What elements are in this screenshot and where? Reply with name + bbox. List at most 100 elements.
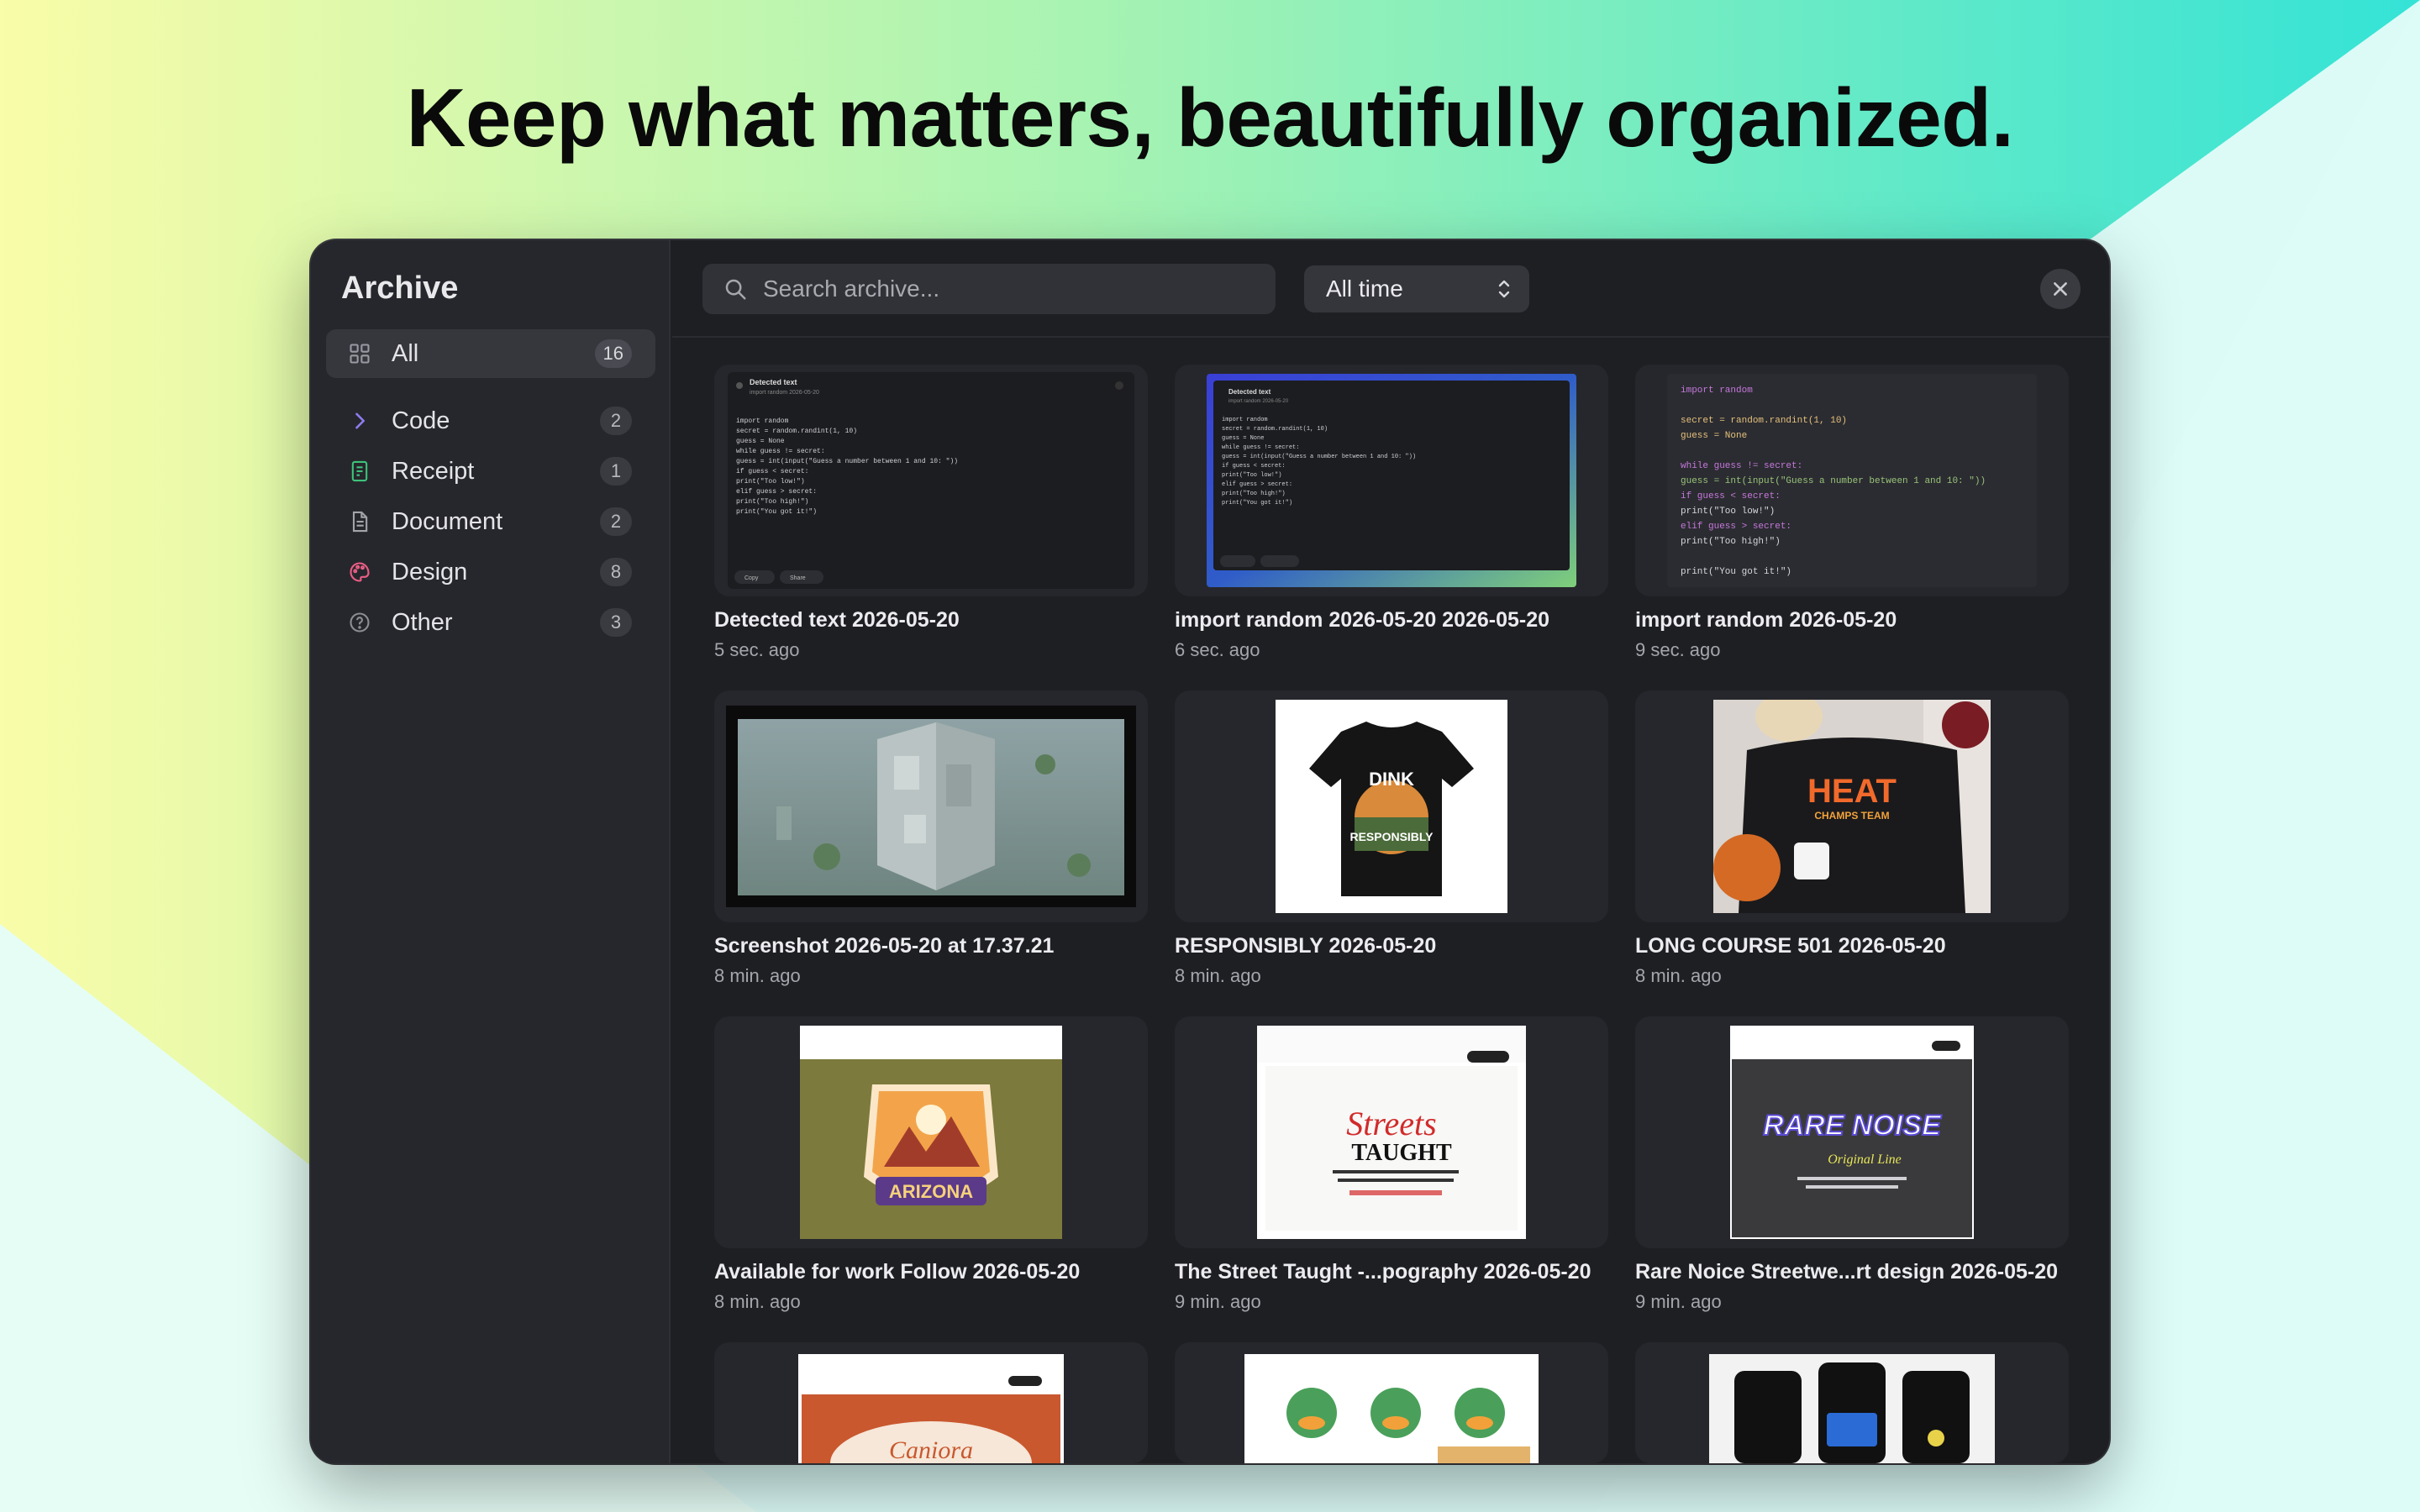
svg-text:Caniora: Caniora [889,1436,973,1463]
svg-text:Share: Share [790,575,806,581]
grid-icon [346,340,373,367]
archive-card[interactable]: Detected text import random 2026-05-20 i… [714,365,1148,661]
svg-text:print("You got it!"): print("You got it!") [1681,567,1791,577]
svg-text:RARE NOISE: RARE NOISE [1763,1110,1942,1142]
card-thumbnail [1175,1342,1608,1463]
svg-text:guess = None: guess = None [1681,431,1747,441]
archive-card[interactable]: Screenshot 2026-05-20 at 17.37.21 8 min.… [714,690,1148,987]
close-icon [2054,282,2067,296]
archive-card[interactable]: import random secret = random.randint(1,… [1635,365,2069,661]
svg-text:print("Too low!"): print("Too low!") [1222,472,1281,479]
search-icon [725,279,746,300]
svg-text:Detected text: Detected text [1228,388,1271,396]
phone-app-preview [1709,1354,1995,1463]
toolbar: All time [672,240,2109,338]
svg-text:secret = random.randint(1, 10): secret = random.randint(1, 10) [736,428,857,435]
sidebar-item-design[interactable]: Design 8 [326,548,655,596]
search-box[interactable] [702,264,1276,314]
svg-text:Copy: Copy [744,575,759,581]
sidebar-item-count: 2 [600,407,632,435]
card-title: Screenshot 2026-05-20 at 17.37.21 [714,934,1055,958]
screenshot-preview [726,706,1136,907]
sidebar-item-count: 2 [600,507,632,536]
archive-card[interactable] [1635,1342,2069,1463]
typography-design-preview: Streets TAUGHT [1257,1026,1526,1239]
svg-text:CHAMPS TEAM: CHAMPS TEAM [1814,810,1889,822]
search-input[interactable] [763,276,1234,302]
svg-text:ARIZONA: ARIZONA [889,1181,973,1202]
svg-text:import random: import random [1222,417,1268,423]
card-thumbnail: HEAT CHAMPS TEAM [1635,690,2069,922]
card-title: The Street Taught -...pography 2026-05-2… [1175,1260,1591,1284]
svg-text:elif guess > secret:: elif guess > secret: [736,488,817,496]
sidebar-item-document[interactable]: Document 2 [326,497,655,546]
svg-text:while guess != secret:: while guess != secret: [736,448,825,455]
sweatshirt-photo-preview: HEAT CHAMPS TEAM [1713,700,1991,913]
svg-text:if guess < secret:: if guess < secret: [1681,491,1781,501]
tshirt-design-preview: DINK RESPONSIBLY [1276,700,1507,913]
sidebar-item-all[interactable]: All 16 [326,329,655,378]
sidebar-item-label: Design [392,558,468,585]
card-thumbnail [1635,1342,2069,1463]
palette-icon [346,559,373,585]
detected-text-preview: Detected text import random 2026-05-20 i… [728,372,1134,589]
archive-card[interactable]: Caniora [714,1342,1148,1463]
archive-card[interactable]: RARE NOISE Original Line Rare Noice Stre… [1635,1016,2069,1313]
archive-card[interactable] [1175,1342,1608,1463]
svg-text:print("Too high!"): print("Too high!") [736,498,808,506]
archive-card[interactable]: DINK RESPONSIBLY RESPONSIBLY 2026-05-20 … [1175,690,1608,987]
card-thumbnail: import random secret = random.randint(1,… [1635,365,2069,596]
close-button[interactable] [2040,269,2081,309]
time-filter-select[interactable]: All time [1304,265,1529,312]
card-timestamp: 9 sec. ago [1635,639,1721,660]
svg-text:secret = random.randint(1, 10): secret = random.randint(1, 10) [1681,416,1847,426]
time-filter-value: All time [1326,276,1403,302]
svg-text:print("Too low!"): print("Too low!") [1681,507,1775,517]
card-title: RESPONSIBLY 2026-05-20 [1175,934,1437,958]
svg-text:if guess < secret:: if guess < secret: [736,468,808,475]
svg-text:while guess != secret:: while guess != secret: [1681,461,1802,471]
archive-card[interactable]: Streets TAUGHT The Street Taught -...pog… [1175,1016,1608,1313]
sidebar-item-other[interactable]: Other 3 [326,598,655,647]
svg-text:RESPONSIBLY: RESPONSIBLY [1349,830,1434,843]
card-thumbnail [714,690,1148,922]
sidebar: Archive All 16 Code 2 Receipt 1 Document… [311,240,671,1463]
svg-text:print("Too high!"): print("Too high!") [1681,537,1781,547]
svg-text:guess = None: guess = None [1222,435,1264,442]
arizona-design-preview: ARIZONA [800,1026,1062,1239]
sidebar-item-label: Receipt [392,457,475,485]
headline: Keep what matters, beautifully organized… [406,71,2014,164]
card-title: Detected text 2026-05-20 [714,608,960,632]
card-thumbnail: Detected text import random 2026-05-20 i… [1175,365,1608,596]
ducks-design-preview [1244,1354,1539,1463]
archive-window: Archive All 16 Code 2 Receipt 1 Document… [311,240,2109,1463]
sidebar-item-code[interactable]: Code 2 [326,396,655,445]
streetwear-design-preview: RARE NOISE Original Line [1730,1026,1974,1239]
card-timestamp: 8 min. ago [714,1291,801,1312]
card-title: import random 2026-05-20 [1635,608,1897,632]
document-icon [346,508,373,535]
sidebar-item-receipt[interactable]: Receipt 1 [326,447,655,496]
svg-text:Original Line: Original Line [1828,1152,1902,1167]
svg-text:guess = int(input("Guess a num: guess = int(input("Guess a number betwee… [1222,454,1416,460]
sidebar-title: Archive [341,270,459,306]
detected-text-preview: Detected text import random 2026-05-20 i… [1207,374,1576,587]
main-panel: All time Detected text import random 202… [672,240,2109,1463]
svg-text:import random: import random [1681,386,1753,396]
svg-text:guess = None: guess = None [736,438,785,445]
svg-text:secret = random.randint(1, 10): secret = random.randint(1, 10) [1222,426,1328,433]
card-timestamp: 9 min. ago [1175,1291,1261,1312]
svg-text:Detected text: Detected text [750,378,797,386]
svg-text:if guess < secret:: if guess < secret: [1222,463,1286,470]
svg-text:print("Too high!"): print("Too high!") [1222,491,1286,497]
archive-card[interactable]: HEAT CHAMPS TEAM LONG COURSE 501 2026-05… [1635,690,2069,987]
card-thumbnail: Detected text import random 2026-05-20 i… [714,365,1148,596]
code-preview: import random secret = random.randint(1,… [1667,374,2037,587]
sidebar-item-count: 16 [594,339,632,368]
svg-text:elif guess > secret:: elif guess > secret: [1222,481,1292,488]
archive-card[interactable]: Detected text import random 2026-05-20 i… [1175,365,1608,661]
card-timestamp: 6 sec. ago [1175,639,1260,660]
archive-card[interactable]: ARIZONA Available for work Follow 2026-0… [714,1016,1148,1313]
svg-text:import random 2026-05-20: import random 2026-05-20 [750,390,819,396]
card-thumbnail: Streets TAUGHT [1175,1016,1608,1248]
